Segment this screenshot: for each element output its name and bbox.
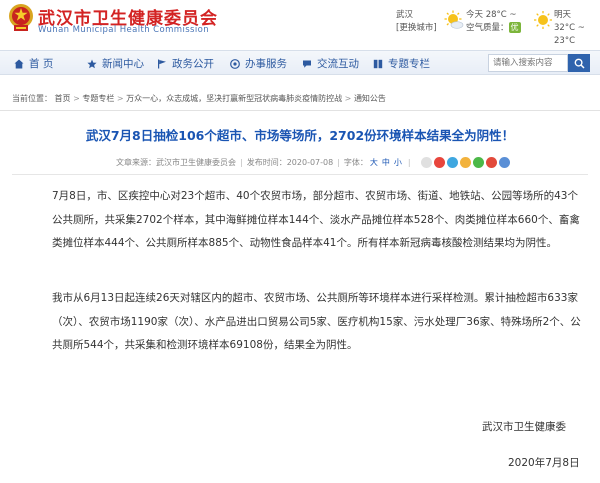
air-quality-label: 空气质量： <box>466 23 509 33</box>
national-emblem-icon <box>9 4 33 31</box>
breadcrumb-item-topics[interactable]: 专题专栏 <box>82 94 114 103</box>
breadcrumb-item-campaign[interactable]: 万众一心，众志成城，坚决打赢新型冠状病毒肺炎疫情防控战 <box>126 94 342 103</box>
font-size-label: 字体： <box>343 158 368 167</box>
nav-item-label: 首 页 <box>29 58 54 70</box>
nav-item-interaction[interactable]: 交流互动 <box>302 51 359 76</box>
switch-city-link[interactable]: [更换城市] <box>396 22 437 35</box>
city-widget: 武汉 [更换城市] <box>396 9 437 35</box>
tomorrow-label: 明天 <box>554 10 572 20</box>
nav-item-label: 办事服务 <box>245 58 287 70</box>
nav-item-label: 专题专栏 <box>388 58 430 70</box>
nav-item-home[interactable]: 首 页 <box>14 51 53 76</box>
weather-tomorrow: 明天 32°C ~ 23°C <box>554 9 600 48</box>
share-more-icon[interactable] <box>420 157 432 168</box>
search-input[interactable] <box>488 54 568 72</box>
share-qzone-icon[interactable] <box>459 157 471 168</box>
article-meta: 文章来源： 武汉市卫生健康委员会 | 发布时间： 2020-07-08 | 字体… <box>116 157 512 168</box>
flag-icon <box>158 59 166 68</box>
share-renren-icon[interactable] <box>498 157 510 168</box>
share-wechat-icon[interactable] <box>472 157 484 168</box>
service-icon <box>230 58 240 69</box>
publish-date-label: 发布时间： <box>246 158 287 167</box>
breadcrumb-prefix: 当前位置： <box>12 94 52 103</box>
share-tencent-icon[interactable] <box>485 157 497 168</box>
source-value: 武汉市卫生健康委员会 <box>156 158 236 167</box>
columns-icon <box>373 59 383 68</box>
today-label: 今天 <box>466 10 484 20</box>
search-button[interactable] <box>568 54 590 72</box>
share-weibo-icon[interactable] <box>433 157 445 168</box>
search-icon <box>574 58 585 69</box>
signature-org: 武汉市卫生健康委 <box>482 421 566 433</box>
sun-icon <box>534 11 552 29</box>
share-qq-icon[interactable] <box>446 157 458 168</box>
breadcrumb-item-notices[interactable]: 通知公告 <box>354 94 386 103</box>
article-title: 武汉7月8日抽检106个超市、市场等场所，2702份环境样本结果全为阴性！ <box>85 128 515 143</box>
source-label: 文章来源： <box>116 158 156 167</box>
font-size-small-button[interactable]: 小 <box>394 157 402 168</box>
article: 武汉7月8日抽检106个超市、市场等场所，2702份环境样本结果全为阴性！ 文章… <box>0 110 600 483</box>
publish-date: 2020-07-08 <box>286 158 334 167</box>
city-name: 武汉 <box>396 10 414 20</box>
tomorrow-temp: 32°C ~ 23°C <box>554 23 585 46</box>
font-size-medium-button[interactable]: 中 <box>382 157 390 168</box>
site-header: 武汉市卫生健康委员会 Wuhan Municipal Health Commis… <box>0 0 600 50</box>
nav-item-services[interactable]: 办事服务 <box>230 51 287 76</box>
meta-divider <box>12 174 588 175</box>
main-nav: 首 页 新闻中心 政务公开 办事服务 交流互动 专题专栏 <box>0 50 600 75</box>
today-temp: 28°C ~ <box>485 10 517 20</box>
font-size-large-button[interactable]: 大 <box>370 157 378 168</box>
breadcrumb: 当前位置： 首页 > 专题专栏 > 万众一心，众志成城，坚决打赢新型冠状病毒肺炎… <box>12 94 386 103</box>
star-icon <box>87 59 97 68</box>
chat-icon <box>303 60 311 68</box>
nav-item-label: 交流互动 <box>317 58 359 70</box>
nav-item-label: 政务公开 <box>172 58 214 70</box>
breadcrumb-item-home[interactable]: 首页 <box>55 94 71 103</box>
nav-item-topics[interactable]: 专题专栏 <box>373 51 430 76</box>
nav-item-gov-affairs[interactable]: 政务公开 <box>157 51 214 76</box>
nav-item-label: 新闻中心 <box>102 58 144 70</box>
signature-date: 2020年7月8日 <box>508 457 580 469</box>
article-paragraph-1: 7月8日，市、区疾控中心对23个超市、40个农贸市场，部分超市、农贸市场、街道、… <box>52 190 580 249</box>
article-paragraph-2: 我市从6月13日起连续26天对辖区内的超市、农贸市场、公共厕所等环境样本进行采样… <box>52 292 581 351</box>
home-icon <box>14 59 24 68</box>
nav-item-news[interactable]: 新闻中心 <box>87 51 144 76</box>
air-quality-badge: 优 <box>508 22 521 33</box>
weather-today: 今天 28°C ~ 空气质量：优 <box>466 9 521 35</box>
share-bar <box>420 157 512 168</box>
site-subtitle: Wuhan Municipal Health Commission <box>38 25 210 35</box>
sun-cloud-icon <box>444 10 464 29</box>
